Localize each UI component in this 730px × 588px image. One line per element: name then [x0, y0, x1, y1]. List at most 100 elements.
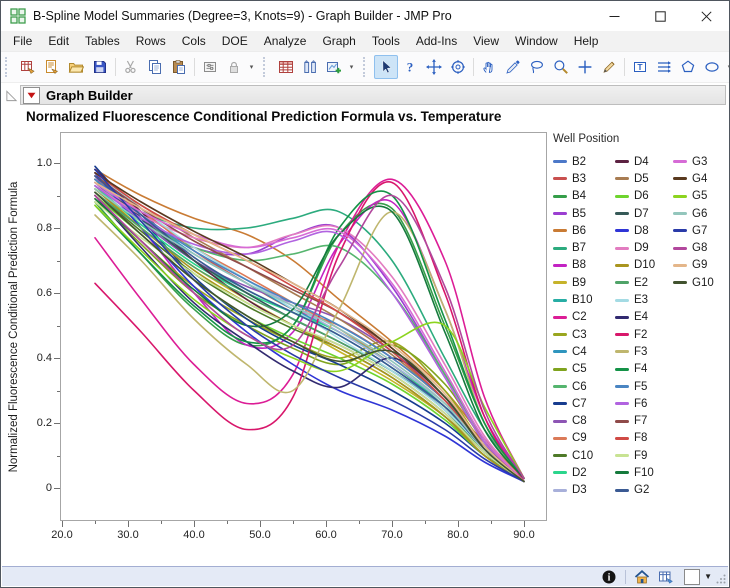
- columns-viewer-button[interactable]: [298, 55, 322, 79]
- legend-item-E3[interactable]: E3: [615, 291, 673, 308]
- help-tool-button[interactable]: ?: [398, 55, 422, 79]
- legend-item-C4[interactable]: C4: [553, 343, 615, 360]
- red-triangle-menu-button[interactable]: [23, 86, 40, 104]
- legend-item-F5[interactable]: F5: [615, 378, 673, 395]
- outline-disclosure-icon[interactable]: [5, 89, 18, 102]
- legend-item-B5[interactable]: B5: [553, 205, 615, 222]
- legend-item-E2[interactable]: E2: [615, 274, 673, 291]
- polygon-annotate-button[interactable]: [676, 55, 700, 79]
- chevron-down-icon[interactable]: ▼: [704, 572, 712, 581]
- arrow-tool-button[interactable]: [374, 55, 398, 79]
- home-icon[interactable]: [634, 569, 650, 585]
- toolbar-overflow-button[interactable]: ▾: [346, 56, 357, 78]
- legend-item-G5[interactable]: G5: [673, 188, 714, 205]
- legend-item-B2[interactable]: B2: [553, 153, 615, 170]
- menu-item-file[interactable]: File: [5, 32, 40, 50]
- legend-item-F7[interactable]: F7: [615, 412, 673, 429]
- legend-item-C2[interactable]: C2: [553, 309, 615, 326]
- menu-item-help[interactable]: Help: [566, 32, 607, 50]
- legend-item-D7[interactable]: D7: [615, 205, 673, 222]
- new-table-button[interactable]: [16, 55, 40, 79]
- legend-item-F2[interactable]: F2: [615, 326, 673, 343]
- menu-item-window[interactable]: Window: [507, 32, 566, 50]
- legend-item-B7[interactable]: B7: [553, 239, 615, 256]
- legend-item-F10[interactable]: F10: [615, 464, 673, 481]
- lines-annotate-button[interactable]: [652, 55, 676, 79]
- menu-item-cols[interactable]: Cols: [174, 32, 214, 50]
- legend-item-F8[interactable]: F8: [615, 430, 673, 447]
- annotate-tool-button[interactable]: [597, 55, 621, 79]
- legend-item-D8[interactable]: D8: [615, 222, 673, 239]
- toolbar-drag-handle[interactable]: [263, 57, 270, 77]
- new-graph-button[interactable]: [322, 55, 346, 79]
- menu-item-graph[interactable]: Graph: [314, 32, 363, 50]
- new-journal-button[interactable]: [40, 55, 64, 79]
- toolbar-overflow-button[interactable]: ▾: [724, 56, 729, 78]
- legend-item-G4[interactable]: G4: [673, 170, 714, 187]
- lock-button[interactable]: [222, 55, 246, 79]
- legend-item-C3[interactable]: C3: [553, 326, 615, 343]
- lasso-tool-button[interactable]: [525, 55, 549, 79]
- legend-item-D6[interactable]: D6: [615, 188, 673, 205]
- legend-item-C6[interactable]: C6: [553, 378, 615, 395]
- menu-item-edit[interactable]: Edit: [40, 32, 77, 50]
- save-button[interactable]: [88, 55, 112, 79]
- copy-button[interactable]: [143, 55, 167, 79]
- legend-item-G8[interactable]: G8: [673, 239, 714, 256]
- legend-item-B3[interactable]: B3: [553, 170, 615, 187]
- brush-tool-button[interactable]: [501, 55, 525, 79]
- legend-item-C5[interactable]: C5: [553, 361, 615, 378]
- preferences-button[interactable]: [198, 55, 222, 79]
- menu-item-tools[interactable]: Tools: [364, 32, 408, 50]
- legend-item-C7[interactable]: C7: [553, 395, 615, 412]
- paste-button[interactable]: [167, 55, 191, 79]
- title-bar[interactable]: B-Spline Model Summaries (Degree=3, Knot…: [1, 1, 729, 31]
- legend-item-D2[interactable]: D2: [553, 464, 615, 481]
- info-icon[interactable]: i: [601, 569, 617, 585]
- close-button[interactable]: [683, 1, 729, 31]
- legend-item-B6[interactable]: B6: [553, 222, 615, 239]
- legend-item-G7[interactable]: G7: [673, 222, 714, 239]
- menu-item-doe[interactable]: DOE: [214, 32, 256, 50]
- menu-item-analyze[interactable]: Analyze: [256, 32, 315, 50]
- legend-item-E4[interactable]: E4: [615, 309, 673, 326]
- grabber-tool-button[interactable]: [477, 55, 501, 79]
- crosshair-tool-button[interactable]: [573, 55, 597, 79]
- row-state-chip[interactable]: [684, 568, 701, 585]
- menu-item-tables[interactable]: Tables: [77, 32, 128, 50]
- legend-item-B9[interactable]: B9: [553, 274, 615, 291]
- cut-button[interactable]: [119, 55, 143, 79]
- scroller-tool-button[interactable]: [422, 55, 446, 79]
- legend-item-D4[interactable]: D4: [615, 153, 673, 170]
- selection-target-button[interactable]: [446, 55, 470, 79]
- data-table-button[interactable]: [274, 55, 298, 79]
- toolbar-drag-handle[interactable]: [5, 57, 12, 77]
- open-button[interactable]: [64, 55, 88, 79]
- legend-item-G3[interactable]: G3: [673, 153, 714, 170]
- menu-item-rows[interactable]: Rows: [128, 32, 174, 50]
- magnifier-tool-button[interactable]: [549, 55, 573, 79]
- legend-item-D10[interactable]: D10: [615, 257, 673, 274]
- legend-item-F9[interactable]: F9: [615, 447, 673, 464]
- legend-item-B8[interactable]: B8: [553, 257, 615, 274]
- menu-item-addins[interactable]: Add-Ins: [408, 32, 465, 50]
- legend-item-D9[interactable]: D9: [615, 239, 673, 256]
- legend-item-B4[interactable]: B4: [553, 188, 615, 205]
- minimize-button[interactable]: [591, 1, 637, 31]
- legend-item-C8[interactable]: C8: [553, 412, 615, 429]
- toolbar-overflow-button[interactable]: ▾: [246, 56, 257, 78]
- legend-item-F6[interactable]: F6: [615, 395, 673, 412]
- legend-item-D5[interactable]: D5: [615, 170, 673, 187]
- legend-item-F4[interactable]: F4: [615, 361, 673, 378]
- menu-item-view[interactable]: View: [465, 32, 507, 50]
- legend-item-G10[interactable]: G10: [673, 274, 714, 291]
- text-annotate-button[interactable]: T: [628, 55, 652, 79]
- legend-item-G9[interactable]: G9: [673, 257, 714, 274]
- legend-item-D3[interactable]: D3: [553, 482, 615, 499]
- resize-grip[interactable]: [716, 574, 726, 584]
- maximize-button[interactable]: [637, 1, 683, 31]
- legend-item-F3[interactable]: F3: [615, 343, 673, 360]
- legend-item-G6[interactable]: G6: [673, 205, 714, 222]
- toolbar-drag-handle[interactable]: [363, 57, 370, 77]
- legend-item-C9[interactable]: C9: [553, 430, 615, 447]
